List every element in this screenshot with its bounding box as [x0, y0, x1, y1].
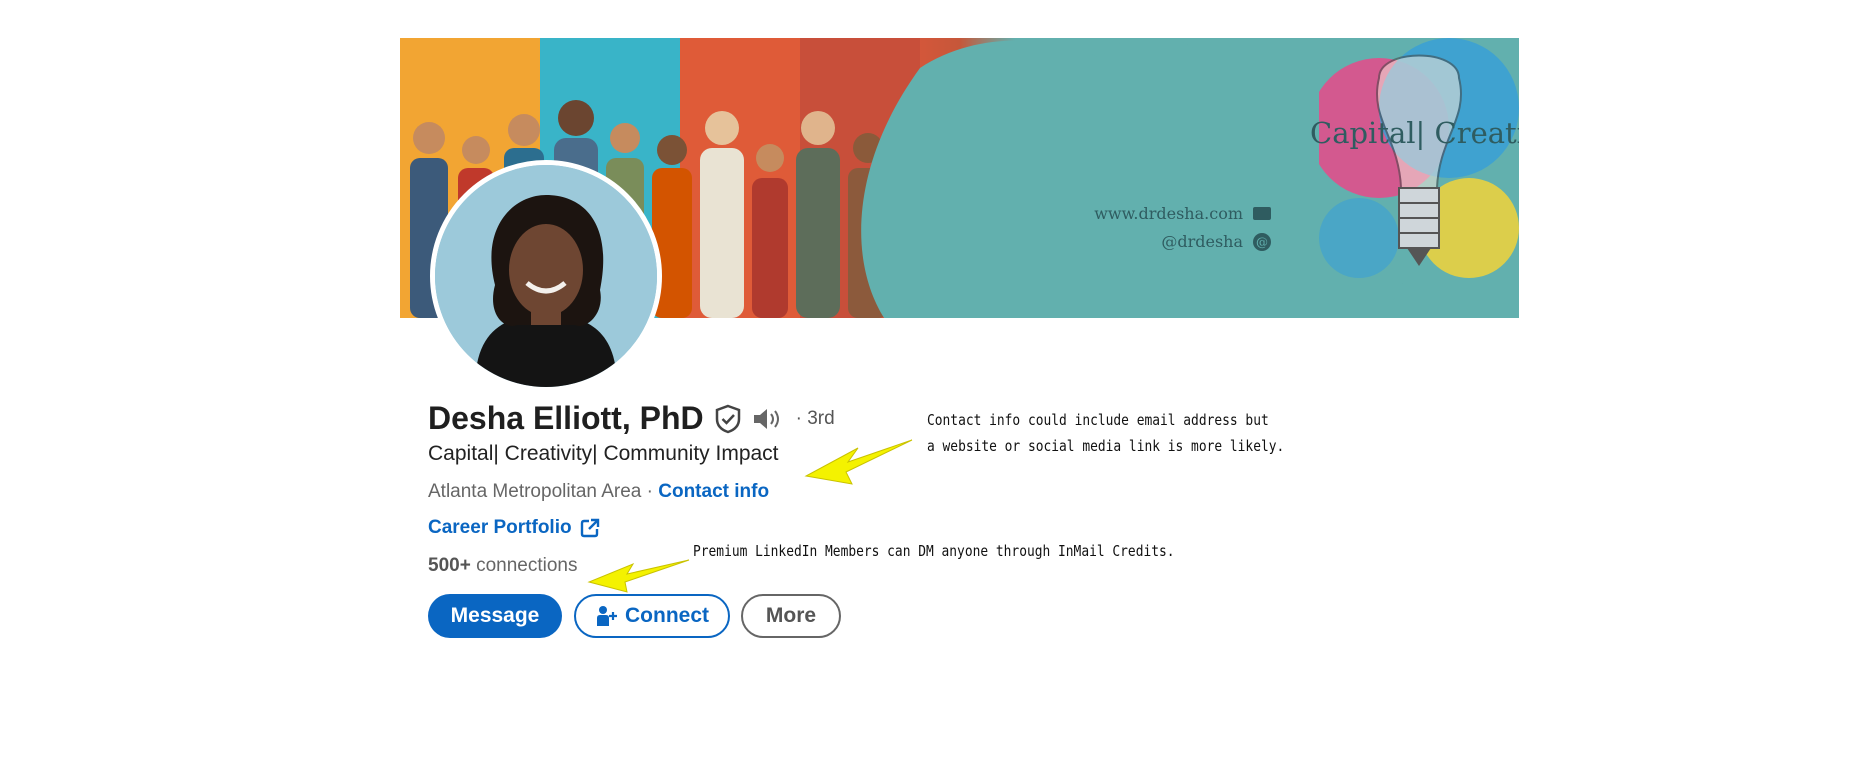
profile-avatar[interactable] — [430, 160, 662, 392]
annotation-contact-line-1: Contact info could include email address… — [927, 411, 1269, 429]
connections-count-row[interactable]: 500+ connections — [428, 555, 577, 577]
avatar-photo — [435, 165, 657, 387]
contact-info-link[interactable]: Contact info — [658, 481, 769, 502]
more-button[interactable]: More — [741, 594, 841, 638]
banner-lightbulb-illustration — [1319, 38, 1519, 278]
connect-button-label: Connect — [625, 604, 709, 627]
add-person-icon — [597, 606, 617, 626]
verified-shield-icon[interactable] — [714, 404, 742, 434]
message-button[interactable]: Message — [428, 594, 562, 638]
banner-handle: @drdesha @ — [1161, 232, 1271, 251]
location-separator: · — [641, 481, 659, 502]
annotation-arrow-premium — [587, 559, 690, 593]
connections-count: 500+ — [428, 555, 471, 576]
banner-website: www.drdesha.com — [1094, 204, 1271, 223]
name-pronunciation-speaker-icon[interactable] — [752, 406, 784, 432]
external-link-icon — [580, 518, 599, 538]
connections-label: connections — [470, 555, 578, 576]
annotation-premium: Premium LinkedIn Members can DM anyone t… — [693, 542, 1175, 560]
connection-degree: · 3rd — [795, 407, 835, 429]
mail-icon — [1253, 207, 1271, 220]
banner-tagline: Capital| Creativity| Community — [1310, 116, 1519, 150]
profile-name: Desha Elliott, PhD — [428, 400, 704, 436]
career-portfolio-label: Career Portfolio — [428, 517, 572, 538]
banner-website-text: www.drdesha.com — [1094, 204, 1243, 223]
at-icon: @ — [1253, 232, 1271, 251]
profile-page: Capital| Creativity| Community www.drdes… — [0, 0, 1850, 777]
banner-handle-text: @drdesha — [1161, 232, 1243, 251]
profile-location-row: Atlanta Metropolitan Area · Contact info — [428, 481, 769, 503]
profile-name-row: Desha Elliott, PhD · 3rd — [428, 400, 835, 437]
annotation-contact-line-2: a website or social media link is more l… — [927, 437, 1285, 455]
profile-headline: Capital| Creativity| Community Impact — [428, 442, 779, 465]
connect-button[interactable]: Connect — [574, 594, 730, 638]
profile-location: Atlanta Metropolitan Area — [428, 481, 642, 502]
annotation-arrow-contact — [804, 439, 913, 485]
career-portfolio-link[interactable]: Career Portfolio — [428, 517, 600, 539]
